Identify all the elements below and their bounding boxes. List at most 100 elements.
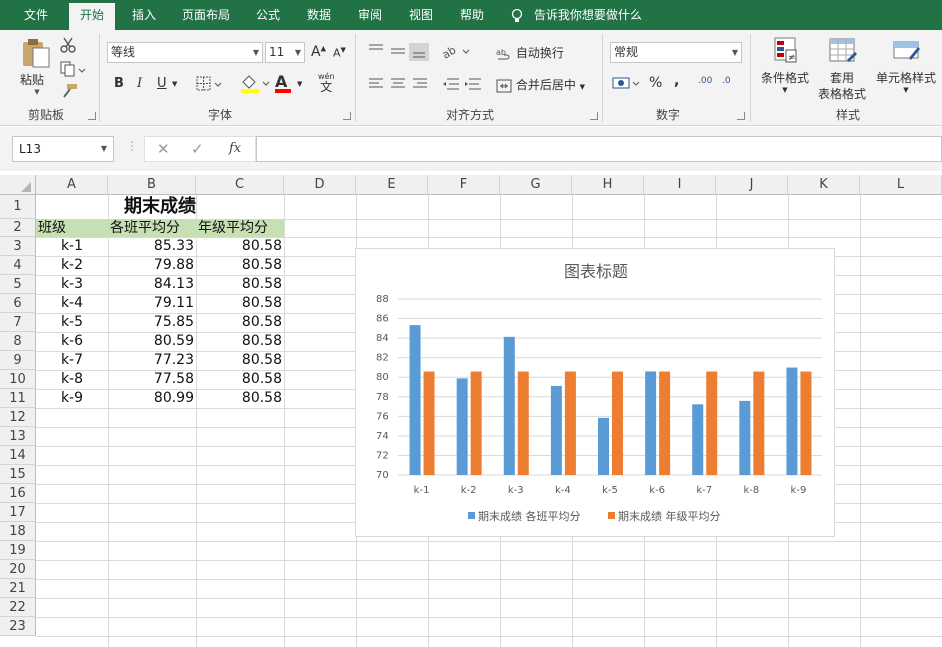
alignment-launcher-icon[interactable] xyxy=(590,112,598,120)
insert-function-button[interactable]: fx xyxy=(229,141,241,156)
tell-me-box[interactable]: 告诉我你想要做什么 xyxy=(510,0,660,30)
bar-k-6-series-1[interactable] xyxy=(645,371,657,475)
indent-icon[interactable] xyxy=(441,76,485,92)
cut-icon[interactable] xyxy=(60,37,76,53)
tab-formulas[interactable]: 公式 xyxy=(246,0,290,30)
row-header-19[interactable]: 19 xyxy=(0,541,36,560)
header-class[interactable]: 班级 xyxy=(38,219,66,237)
decrease-decimal-button[interactable]: .0 xyxy=(722,76,731,86)
bar-k-1-series-1[interactable] xyxy=(409,325,421,475)
row-header-5[interactable]: 5 xyxy=(0,275,36,294)
cell-grade-average[interactable]: 80.58 xyxy=(196,275,282,294)
cell-class-average[interactable]: 77.58 xyxy=(108,370,194,389)
cell-grade-average[interactable]: 80.58 xyxy=(196,313,282,332)
cell-grade-average[interactable]: 80.58 xyxy=(196,389,282,408)
tab-insert[interactable]: 插入 xyxy=(122,0,166,30)
cell-grade-average[interactable]: 80.58 xyxy=(196,351,282,370)
align-top-icon[interactable] xyxy=(367,42,431,62)
row-header-3[interactable]: 3 xyxy=(0,237,36,256)
table-title[interactable]: 期末成绩 xyxy=(36,195,284,219)
bar-k-3-series-1[interactable] xyxy=(503,336,515,475)
tab-page-layout[interactable]: 页面布局 xyxy=(174,0,238,30)
cell-styles-button[interactable]: 单元格样式 ▼ xyxy=(872,36,940,94)
font-size-combo[interactable]: 11 ▼ xyxy=(265,42,305,63)
formula-input[interactable] xyxy=(256,136,942,162)
bar-k-8-series-1[interactable] xyxy=(739,400,751,475)
bar-k-4-series-1[interactable] xyxy=(550,385,562,475)
row-header-8[interactable]: 8 xyxy=(0,332,36,351)
shrink-font-button[interactable]: A▼ xyxy=(333,46,346,60)
format-painter-icon[interactable] xyxy=(60,83,78,99)
row-header-21[interactable]: 21 xyxy=(0,579,36,598)
bar-k-9-series-2[interactable] xyxy=(800,371,812,475)
cell-class[interactable]: k-2 xyxy=(36,256,108,275)
bold-button[interactable]: B xyxy=(114,76,124,91)
chart-area[interactable]: 图表标题 70 72 74 76 78 80 82 84 86 88 k-1 k-2 k-3 k-4 k-… xyxy=(355,248,835,537)
phonetic-button[interactable]: wén 文 xyxy=(318,72,335,93)
row-header-7[interactable]: 7 xyxy=(0,313,36,332)
cell-class[interactable]: k-3 xyxy=(36,275,108,294)
cell-class[interactable]: k-7 xyxy=(36,351,108,370)
cell-class-average[interactable]: 85.33 xyxy=(108,237,194,256)
name-box[interactable]: L13 ▼ xyxy=(12,136,114,162)
row-header-22[interactable]: 22 xyxy=(0,598,36,617)
cell-class-average[interactable]: 80.99 xyxy=(108,389,194,408)
chevron-down-icon[interactable]: ▼ xyxy=(297,80,302,88)
comma-button[interactable]: , xyxy=(674,73,679,89)
borders-icon[interactable] xyxy=(196,76,222,92)
fill-color-icon[interactable] xyxy=(240,74,270,94)
align-left-icon[interactable] xyxy=(367,76,431,92)
chevron-down-icon[interactable]: ▼ xyxy=(172,80,177,88)
number-launcher-icon[interactable] xyxy=(737,112,745,120)
wrap-text-button[interactable]: ab 自动换行 xyxy=(496,44,564,62)
row-header-6[interactable]: 6 xyxy=(0,294,36,313)
percent-button[interactable]: % xyxy=(649,75,662,91)
orientation-icon[interactable]: ab xyxy=(441,42,471,62)
font-name-combo[interactable]: 等线 ▼ xyxy=(107,42,263,63)
font-launcher-icon[interactable] xyxy=(343,112,351,120)
cell-class-average[interactable]: 77.23 xyxy=(108,351,194,370)
accounting-format-icon[interactable] xyxy=(612,74,642,92)
cell-class[interactable]: k-1 xyxy=(36,237,108,256)
cell-grade-average[interactable]: 80.58 xyxy=(196,256,282,275)
cell-class[interactable]: k-4 xyxy=(36,294,108,313)
cell-class[interactable]: k-6 xyxy=(36,332,108,351)
cell-class[interactable]: k-9 xyxy=(36,389,108,408)
tab-help[interactable]: 帮助 xyxy=(450,0,494,30)
cancel-icon[interactable]: ✕ xyxy=(157,140,170,158)
cell-class[interactable]: k-8 xyxy=(36,370,108,389)
cell-class[interactable]: k-5 xyxy=(36,313,108,332)
grow-font-button[interactable]: A▲ xyxy=(311,44,326,60)
header-class-average[interactable]: 各班平均分 xyxy=(110,219,180,237)
row-header-15[interactable]: 15 xyxy=(0,465,36,484)
row-header-16[interactable]: 16 xyxy=(0,484,36,503)
cell-grade-average[interactable]: 80.58 xyxy=(196,294,282,313)
cell-class-average[interactable]: 79.11 xyxy=(108,294,194,313)
bar-k-2-series-1[interactable] xyxy=(456,378,468,475)
tab-file[interactable]: 文件 xyxy=(14,0,58,30)
row-header-9[interactable]: 9 xyxy=(0,351,36,370)
row-header-17[interactable]: 17 xyxy=(0,503,36,522)
enter-icon[interactable]: ✓ xyxy=(191,140,204,158)
conditional-formatting-button[interactable]: ≠ 条件格式 ▼ xyxy=(758,36,812,94)
header-grade-average[interactable]: 年级平均分 xyxy=(198,219,268,237)
format-as-table-button[interactable]: 套用 表格格式 xyxy=(812,36,872,102)
row-header-12[interactable]: 12 xyxy=(0,408,36,427)
bar-k-8-series-2[interactable] xyxy=(753,371,765,475)
tab-home[interactable]: 开始 xyxy=(69,3,115,30)
row-header-11[interactable]: 11 xyxy=(0,389,36,408)
row-header-23[interactable]: 23 xyxy=(0,617,36,636)
paste-button[interactable]: 粘贴 ▼ xyxy=(20,38,54,98)
cell-class-average[interactable]: 84.13 xyxy=(108,275,194,294)
row-header-20[interactable]: 20 xyxy=(0,560,36,579)
copy-icon[interactable] xyxy=(60,61,86,77)
bar-k-7-series-2[interactable] xyxy=(706,371,718,475)
row-header-2[interactable]: 2 xyxy=(0,219,36,237)
bar-k-6-series-2[interactable] xyxy=(659,371,671,475)
underline-button[interactable]: U xyxy=(157,76,167,91)
cell-grade-average[interactable]: 80.58 xyxy=(196,332,282,351)
bar-k-1-series-2[interactable] xyxy=(423,371,435,475)
bar-k-7-series-1[interactable] xyxy=(692,404,704,475)
bar-k-3-series-2[interactable] xyxy=(517,371,529,475)
row-header-18[interactable]: 18 xyxy=(0,522,36,541)
